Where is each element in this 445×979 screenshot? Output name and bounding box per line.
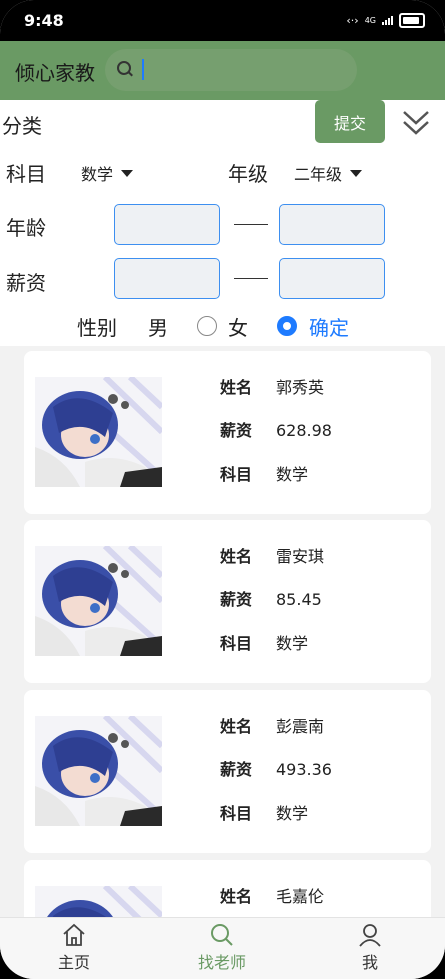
- subject-value: 数学: [81, 165, 114, 184]
- teacher-card[interactable]: 姓名 雷安琪 薪资 85.45 科目 数学: [24, 520, 431, 683]
- home-icon: [63, 923, 85, 946]
- grade-label: 年级: [228, 162, 268, 186]
- name-value: 毛嘉伦: [276, 887, 325, 906]
- subject-label: 科目: [6, 162, 46, 186]
- app-header: 倾心家教: [0, 41, 445, 100]
- filter-title: 分类: [2, 114, 42, 138]
- gender-male-label[interactable]: 男: [148, 312, 168, 341]
- confirm-radio[interactable]: [277, 316, 297, 336]
- subject-value: 数学: [276, 804, 309, 823]
- network-label: 4G: [364, 16, 376, 25]
- teacher-avatar: [35, 546, 162, 656]
- name-value: 郭秀英: [276, 378, 325, 397]
- tab-me[interactable]: 我: [320, 918, 420, 979]
- name-key: 姓名: [220, 547, 253, 566]
- name-field: 姓名 彭震南: [220, 713, 324, 737]
- caret-down-icon: [350, 169, 363, 177]
- salary-key: 薪资: [220, 421, 253, 440]
- gender-female-label[interactable]: 女: [228, 312, 248, 341]
- name-value: 雷安琪: [276, 547, 325, 566]
- tab-find-teacher-label: 找老师: [197, 953, 246, 972]
- age-min-input[interactable]: [114, 204, 220, 245]
- battery-icon: [399, 13, 425, 28]
- name-value: 彭震南: [276, 717, 325, 736]
- subject-key: 科目: [220, 804, 253, 823]
- app-title: 倾心家教: [15, 61, 95, 85]
- teacher-card[interactable]: 姓名 彭震南 薪资 493.36 科目 数学: [24, 690, 431, 853]
- subject-value: 数学: [276, 634, 309, 653]
- tab-home[interactable]: 主页: [24, 918, 124, 979]
- name-field: 姓名 郭秀英: [220, 374, 324, 398]
- range-dash: [234, 224, 268, 225]
- text-cursor: [142, 59, 144, 80]
- submit-button[interactable]: 提交: [315, 100, 385, 143]
- status-time: 9:48: [24, 11, 64, 30]
- teacher-card[interactable]: 姓名 毛嘉伦: [24, 860, 431, 917]
- gender-label: 性别: [77, 316, 117, 340]
- teacher-avatar: [35, 377, 162, 487]
- subject-field: 科目 数学: [220, 800, 308, 824]
- status-icons: ‹·› 4G: [346, 13, 425, 28]
- grade-value: 二年级: [294, 165, 343, 184]
- chevron-double-down-icon[interactable]: [401, 106, 431, 138]
- signal-icon: [382, 16, 393, 25]
- subject-select[interactable]: 数学: [81, 161, 134, 185]
- salary-value: 628.98: [276, 421, 332, 440]
- status-bar: 9:48 ‹·› 4G: [0, 0, 445, 41]
- name-key: 姓名: [220, 887, 253, 906]
- range-dash: [234, 278, 268, 279]
- subject-value: 数学: [276, 465, 309, 484]
- caret-down-icon: [121, 169, 134, 177]
- name-field: 姓名 雷安琪: [220, 543, 324, 567]
- salary-key: 薪资: [220, 590, 253, 609]
- salary-field: 薪资 628.98: [220, 417, 332, 441]
- teacher-card[interactable]: 姓名 郭秀英 薪资 628.98 科目 数学: [24, 351, 431, 514]
- subject-key: 科目: [220, 634, 253, 653]
- teacher-list[interactable]: 姓名 郭秀英 薪资 628.98 科目 数学 姓名 雷安琪 薪资 85.45 科目 数学: [0, 346, 445, 917]
- name-key: 姓名: [220, 378, 253, 397]
- tab-home-label: 主页: [57, 953, 90, 972]
- search-icon: [117, 61, 131, 75]
- teacher-avatar: [35, 716, 162, 826]
- name-key: 姓名: [220, 717, 253, 736]
- salary-value: 85.45: [276, 590, 322, 609]
- person-icon: [359, 924, 381, 947]
- tab-me-label: 我: [361, 953, 378, 972]
- tab-bar: 主页 找老师 我: [0, 917, 445, 979]
- subject-field: 科目 数学: [220, 630, 308, 654]
- name-field: 姓名 毛嘉伦: [220, 883, 324, 907]
- search-input[interactable]: [105, 49, 357, 91]
- teacher-avatar: [35, 886, 162, 917]
- age-max-input[interactable]: [279, 204, 385, 245]
- salary-field: 薪资 493.36: [220, 756, 332, 780]
- link-icon: ‹·›: [346, 14, 359, 27]
- subject-key: 科目: [220, 465, 253, 484]
- salary-max-input[interactable]: [279, 258, 385, 299]
- subject-field: 科目 数学: [220, 461, 308, 485]
- salary-field: 薪资 85.45: [220, 586, 322, 610]
- salary-key: 薪资: [220, 760, 253, 779]
- salary-label: 薪资: [6, 271, 46, 295]
- confirm-label[interactable]: 确定: [309, 312, 349, 341]
- phone-screen: 9:48 ‹·› 4G 倾心家教 分类 提交 科目 数学 年级 二年级 年龄 薪…: [0, 0, 445, 979]
- age-label: 年龄: [6, 216, 46, 240]
- salary-min-input[interactable]: [114, 258, 220, 299]
- salary-value: 493.36: [276, 760, 332, 779]
- search-icon: [211, 924, 233, 946]
- tab-find-teacher[interactable]: 找老师: [172, 918, 272, 979]
- grade-select[interactable]: 二年级: [294, 161, 363, 185]
- gender-female-radio[interactable]: [197, 316, 217, 336]
- filter-panel: 分类 提交 科目 数学 年级 二年级 年龄 薪资 性别 男 女 确定: [0, 100, 445, 346]
